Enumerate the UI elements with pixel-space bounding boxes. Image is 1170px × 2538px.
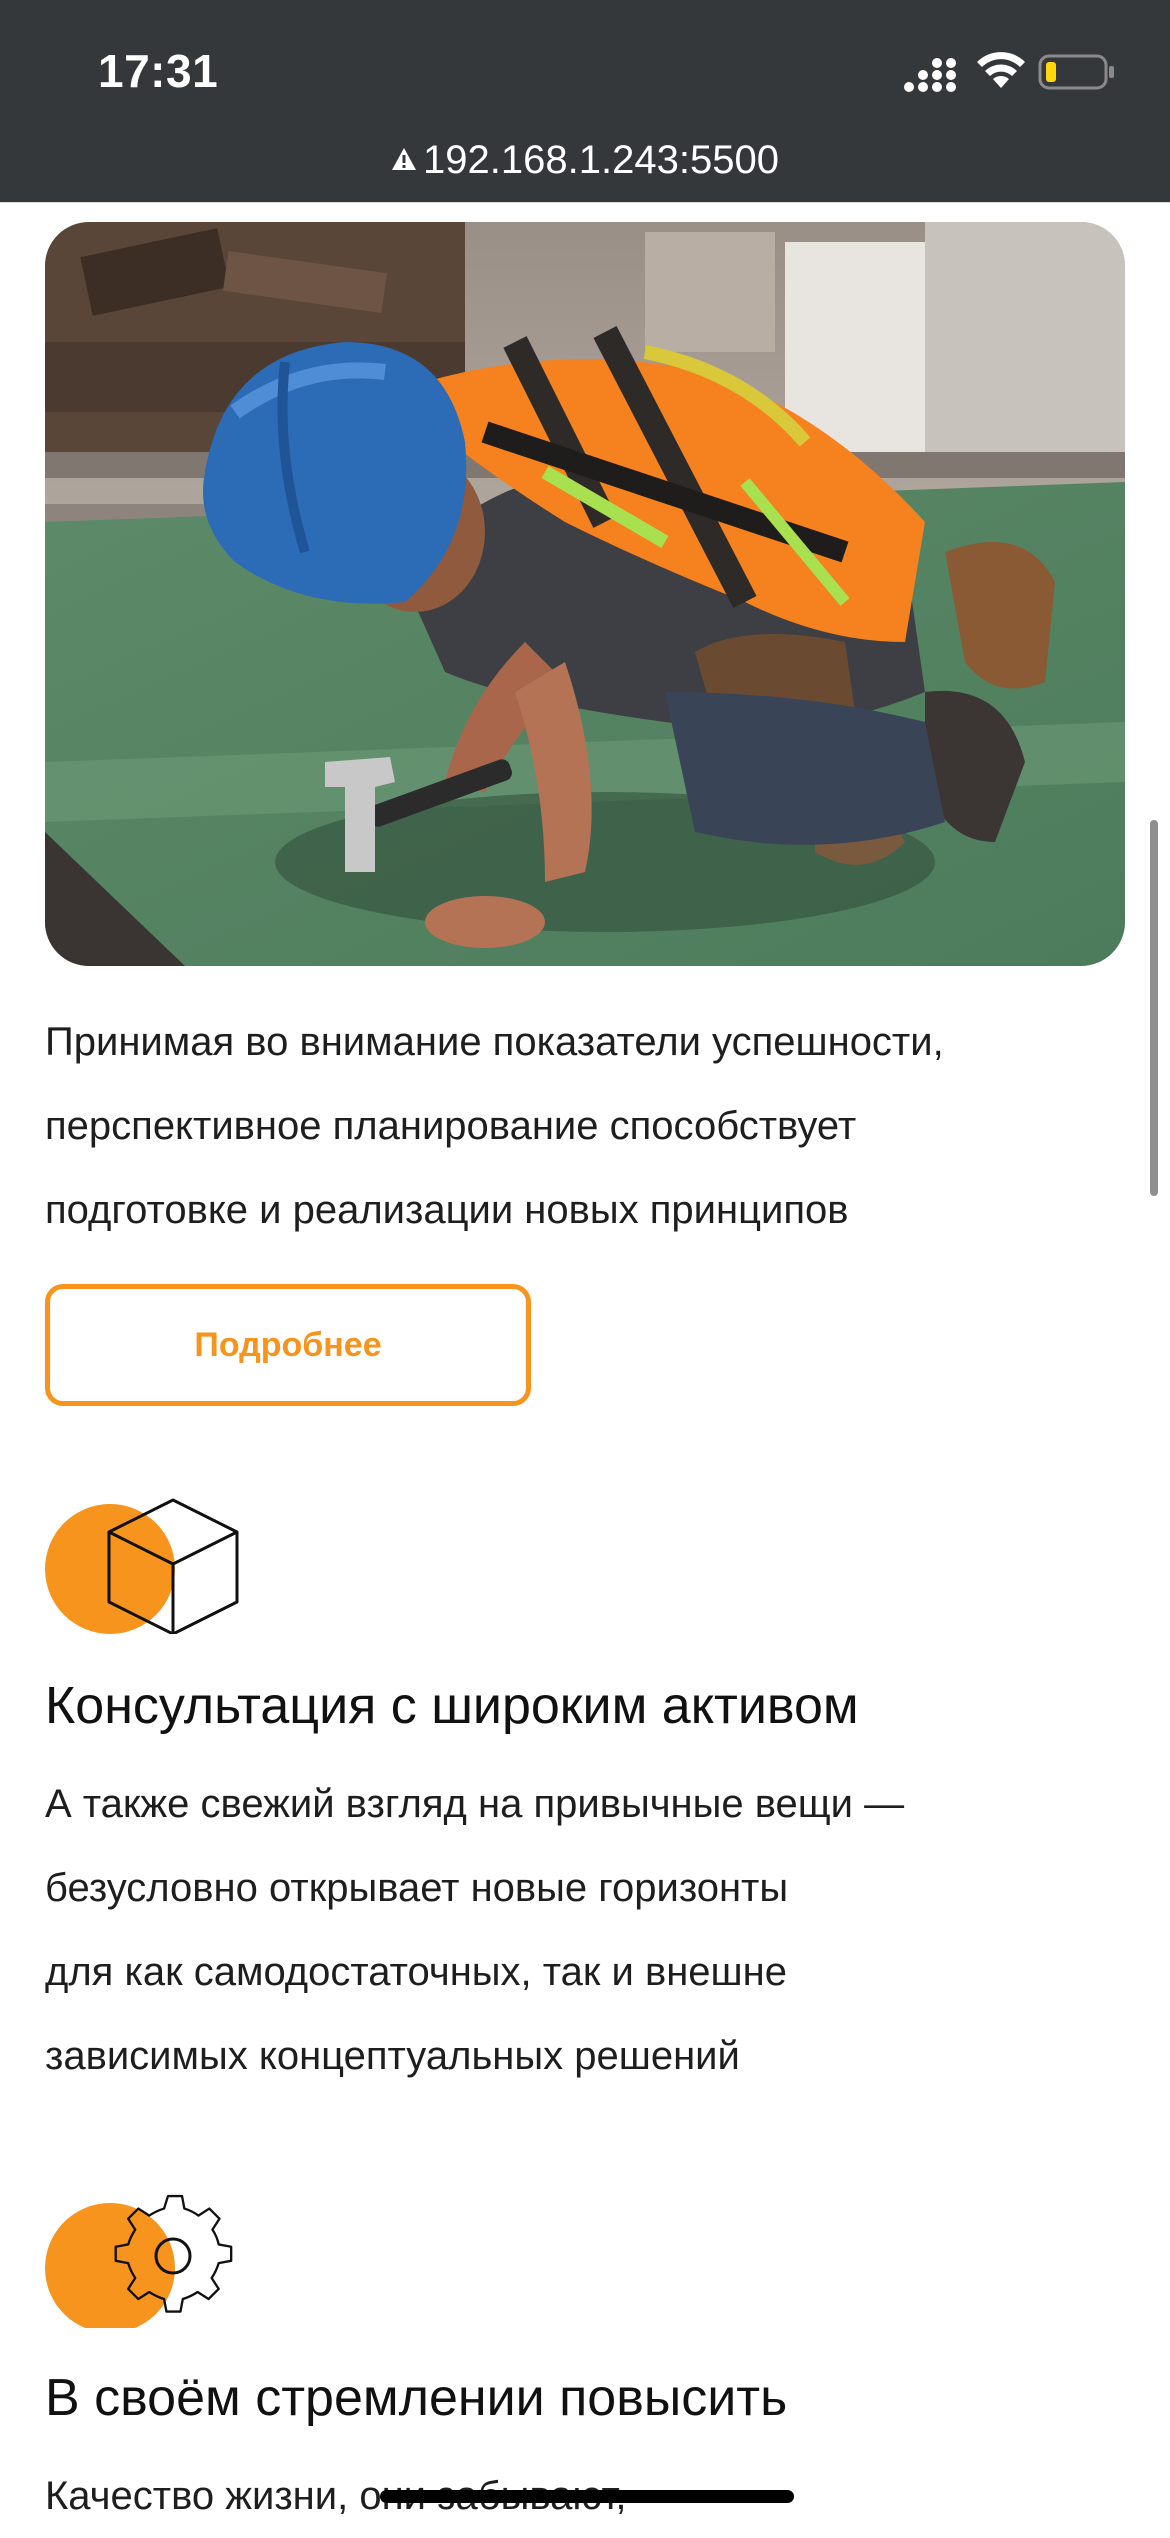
feature-line: безусловно открывает новые горизонты [45,1866,789,1910]
warning-icon [392,148,417,171]
cellular-signal-icon [904,58,956,92]
feature-title: Консультация с широким активом [45,1677,859,1735]
worker-photo-image [45,222,1125,966]
cube-icon [45,1498,239,1634]
battery-icon [1038,54,1114,90]
feature-paragraph: А также свежий взгляд на привычные вещи … [45,1762,1145,2098]
address-bar[interactable]: 192.168.1.243:5500 [0,134,1170,186]
intro-line: Принимая во внимание показатели успешнос… [45,1020,944,1064]
intro-line: подготовке и реализации новых принципов [45,1188,849,1232]
divider [0,202,1170,203]
scrollbar[interactable] [1150,820,1158,1196]
wifi-icon [977,52,1025,88]
home-indicator[interactable] [380,2490,794,2503]
feature-line: для как самодостаточных, так и внешне [45,1950,787,1994]
more-details-button[interactable]: Подробнее [45,1284,531,1406]
intro-paragraph: Принимая во внимание показатели успешнос… [45,1000,1145,1252]
url-text: 192.168.1.243:5500 [423,138,779,182]
hero-photo [45,222,1125,966]
feature-line: А также свежий взгляд на привычные вещи … [45,1782,905,1826]
status-and-url-bar: 17:31 192.168.1.243:5500 [0,0,1170,202]
feature-line: зависимых концептуальных решений [45,2034,740,2078]
status-time: 17:31 [98,45,219,97]
gear-icon [45,2194,233,2328]
feature-title: В своём стремлении повысить [45,2369,788,2427]
intro-line: перспективное планирование способствует [45,1104,857,1148]
